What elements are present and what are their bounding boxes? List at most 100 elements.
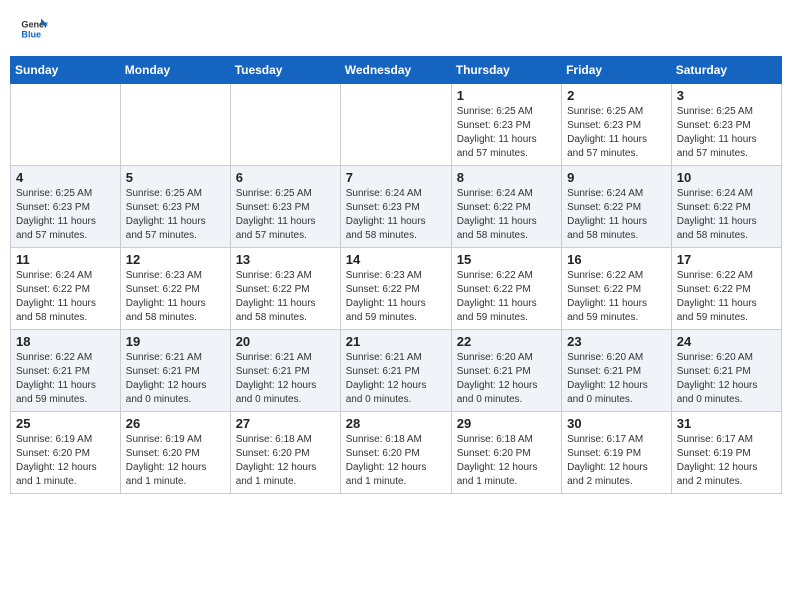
calendar-cell: 13 Sunrise: 6:23 AM Sunset: 6:22 PM Dayli…: [230, 248, 340, 330]
calendar-header-monday: Monday: [120, 57, 230, 84]
day-info: Sunrise: 6:24 AM Sunset: 6:23 PM Dayligh…: [346, 187, 446, 243]
day-number: 20: [236, 334, 335, 349]
day-info: Sunrise: 6:24 AM Sunset: 6:22 PM Dayligh…: [567, 187, 666, 243]
day-number: 5: [126, 170, 225, 185]
day-number: 12: [126, 252, 225, 267]
calendar-cell: 7 Sunrise: 6:24 AM Sunset: 6:23 PM Daylig…: [340, 166, 451, 248]
day-info: Sunrise: 6:21 AM Sunset: 6:21 PM Dayligh…: [236, 351, 335, 407]
day-number: 23: [567, 334, 666, 349]
svg-text:Blue: Blue: [21, 29, 41, 39]
day-number: 13: [236, 252, 335, 267]
day-number: 16: [567, 252, 666, 267]
calendar-cell: 17 Sunrise: 6:22 AM Sunset: 6:22 PM Dayli…: [671, 248, 781, 330]
day-number: 30: [567, 416, 666, 431]
calendar-table: SundayMondayTuesdayWednesdayThursdayFrid…: [10, 56, 782, 494]
day-number: 29: [457, 416, 556, 431]
day-info: Sunrise: 6:25 AM Sunset: 6:23 PM Dayligh…: [677, 105, 776, 161]
calendar-cell: 4Sunrise: 6:25 AM Sunset: 6:23 PM Daylig…: [11, 166, 121, 248]
day-info: Sunrise: 6:23 AM Sunset: 6:22 PM Dayligh…: [126, 269, 225, 325]
calendar-week-3: 11 Sunrise: 6:24 AM Sunset: 6:22 PM Dayli…: [11, 248, 782, 330]
calendar-cell: [120, 84, 230, 166]
day-info: Sunrise: 6:20 AM Sunset: 6:21 PM Dayligh…: [677, 351, 776, 407]
day-number: 28: [346, 416, 446, 431]
day-number: 18: [16, 334, 115, 349]
calendar-cell: 16 Sunrise: 6:22 AM Sunset: 6:22 PM Dayli…: [562, 248, 672, 330]
calendar-cell: 26Sunrise: 6:19 AM Sunset: 6:20 PM Dayli…: [120, 412, 230, 494]
day-info: Sunrise: 6:18 AM Sunset: 6:20 PM Dayligh…: [457, 433, 556, 489]
day-info: Sunrise: 6:22 AM Sunset: 6:21 PM Dayligh…: [16, 351, 115, 407]
day-number: 22: [457, 334, 556, 349]
day-number: 3: [677, 88, 776, 103]
calendar-cell: 30 Sunrise: 6:17 AM Sunset: 6:19 PM Dayli…: [562, 412, 672, 494]
day-number: 14: [346, 252, 446, 267]
calendar-cell: 18 Sunrise: 6:22 AM Sunset: 6:21 PM Dayli…: [11, 330, 121, 412]
day-info: Sunrise: 6:23 AM Sunset: 6:22 PM Dayligh…: [236, 269, 335, 325]
calendar-cell: 2Sunrise: 6:25 AM Sunset: 6:23 PM Daylig…: [562, 84, 672, 166]
day-number: 25: [16, 416, 115, 431]
calendar-cell: [11, 84, 121, 166]
calendar-week-5: 25Sunrise: 6:19 AM Sunset: 6:20 PM Dayli…: [11, 412, 782, 494]
day-info: Sunrise: 6:24 AM Sunset: 6:22 PM Dayligh…: [457, 187, 556, 243]
day-info: Sunrise: 6:17 AM Sunset: 6:19 PM Dayligh…: [567, 433, 666, 489]
day-number: 8: [457, 170, 556, 185]
calendar-cell: 19 Sunrise: 6:21 AM Sunset: 6:21 PM Dayli…: [120, 330, 230, 412]
day-number: 19: [126, 334, 225, 349]
day-number: 21: [346, 334, 446, 349]
day-info: Sunrise: 6:21 AM Sunset: 6:21 PM Dayligh…: [126, 351, 225, 407]
calendar-cell: 14 Sunrise: 6:23 AM Sunset: 6:22 PM Dayli…: [340, 248, 451, 330]
calendar-week-1: 1 Sunrise: 6:25 AM Sunset: 6:23 PM Daylig…: [11, 84, 782, 166]
day-info: Sunrise: 6:22 AM Sunset: 6:22 PM Dayligh…: [567, 269, 666, 325]
calendar-header-saturday: Saturday: [671, 57, 781, 84]
day-number: 31: [677, 416, 776, 431]
calendar-cell: 1Sunrise: 6:25 AM Sunset: 6:23 PM Daylig…: [451, 84, 561, 166]
day-info: Sunrise: 6:18 AM Sunset: 6:20 PM Dayligh…: [346, 433, 446, 489]
day-number: 24: [677, 334, 776, 349]
calendar-cell: 5 Sunrise: 6:25 AM Sunset: 6:23 PM Daylig…: [120, 166, 230, 248]
day-number: 15: [457, 252, 556, 267]
day-number: 26: [126, 416, 225, 431]
day-number: 6: [236, 170, 335, 185]
calendar-cell: 20 Sunrise: 6:21 AM Sunset: 6:21 PM Dayli…: [230, 330, 340, 412]
day-number: 17: [677, 252, 776, 267]
day-info: Sunrise: 6:24 AM Sunset: 6:22 PM Dayligh…: [16, 269, 115, 325]
calendar-cell: 27 Sunrise: 6:18 AM Sunset: 6:20 PM Dayli…: [230, 412, 340, 494]
calendar-cell: 23 Sunrise: 6:20 AM Sunset: 6:21 PM Dayli…: [562, 330, 672, 412]
calendar-cell: 15 Sunrise: 6:22 AM Sunset: 6:22 PM Dayli…: [451, 248, 561, 330]
day-number: 7: [346, 170, 446, 185]
day-info: Sunrise: 6:23 AM Sunset: 6:22 PM Dayligh…: [346, 269, 446, 325]
calendar-cell: 11 Sunrise: 6:24 AM Sunset: 6:22 PM Dayli…: [11, 248, 121, 330]
calendar-cell: 21 Sunrise: 6:21 AM Sunset: 6:21 PM Dayli…: [340, 330, 451, 412]
day-info: Sunrise: 6:18 AM Sunset: 6:20 PM Dayligh…: [236, 433, 335, 489]
logo-icon: General Blue: [20, 15, 48, 43]
calendar-cell: 22Sunrise: 6:20 AM Sunset: 6:21 PM Dayli…: [451, 330, 561, 412]
calendar-header-row: SundayMondayTuesdayWednesdayThursdayFrid…: [11, 57, 782, 84]
day-info: Sunrise: 6:17 AM Sunset: 6:19 PM Dayligh…: [677, 433, 776, 489]
calendar-cell: 3 Sunrise: 6:25 AM Sunset: 6:23 PM Daylig…: [671, 84, 781, 166]
calendar-cell: 28 Sunrise: 6:18 AM Sunset: 6:20 PM Dayli…: [340, 412, 451, 494]
day-info: Sunrise: 6:25 AM Sunset: 6:23 PM Dayligh…: [16, 187, 115, 243]
calendar-cell: 8 Sunrise: 6:24 AM Sunset: 6:22 PM Daylig…: [451, 166, 561, 248]
day-info: Sunrise: 6:22 AM Sunset: 6:22 PM Dayligh…: [457, 269, 556, 325]
day-info: Sunrise: 6:25 AM Sunset: 6:23 PM Dayligh…: [126, 187, 225, 243]
day-info: Sunrise: 6:25 AM Sunset: 6:23 PM Dayligh…: [236, 187, 335, 243]
day-info: Sunrise: 6:20 AM Sunset: 6:21 PM Dayligh…: [567, 351, 666, 407]
calendar-cell: 12 Sunrise: 6:23 AM Sunset: 6:22 PM Dayli…: [120, 248, 230, 330]
day-info: Sunrise: 6:22 AM Sunset: 6:22 PM Dayligh…: [677, 269, 776, 325]
calendar-cell: 10Sunrise: 6:24 AM Sunset: 6:22 PM Dayli…: [671, 166, 781, 248]
calendar-header-sunday: Sunday: [11, 57, 121, 84]
calendar-week-2: 4Sunrise: 6:25 AM Sunset: 6:23 PM Daylig…: [11, 166, 782, 248]
calendar-header-wednesday: Wednesday: [340, 57, 451, 84]
calendar-cell: 24 Sunrise: 6:20 AM Sunset: 6:21 PM Dayli…: [671, 330, 781, 412]
calendar-cell: 29 Sunrise: 6:18 AM Sunset: 6:20 PM Dayli…: [451, 412, 561, 494]
calendar-header-thursday: Thursday: [451, 57, 561, 84]
logo: General Blue: [20, 15, 48, 43]
day-number: 27: [236, 416, 335, 431]
day-number: 9: [567, 170, 666, 185]
day-number: 1: [457, 88, 556, 103]
day-info: Sunrise: 6:24 AM Sunset: 6:22 PM Dayligh…: [677, 187, 776, 243]
page-header: General Blue: [10, 10, 782, 48]
day-info: Sunrise: 6:21 AM Sunset: 6:21 PM Dayligh…: [346, 351, 446, 407]
day-number: 11: [16, 252, 115, 267]
calendar-cell: 6 Sunrise: 6:25 AM Sunset: 6:23 PM Daylig…: [230, 166, 340, 248]
day-number: 2: [567, 88, 666, 103]
